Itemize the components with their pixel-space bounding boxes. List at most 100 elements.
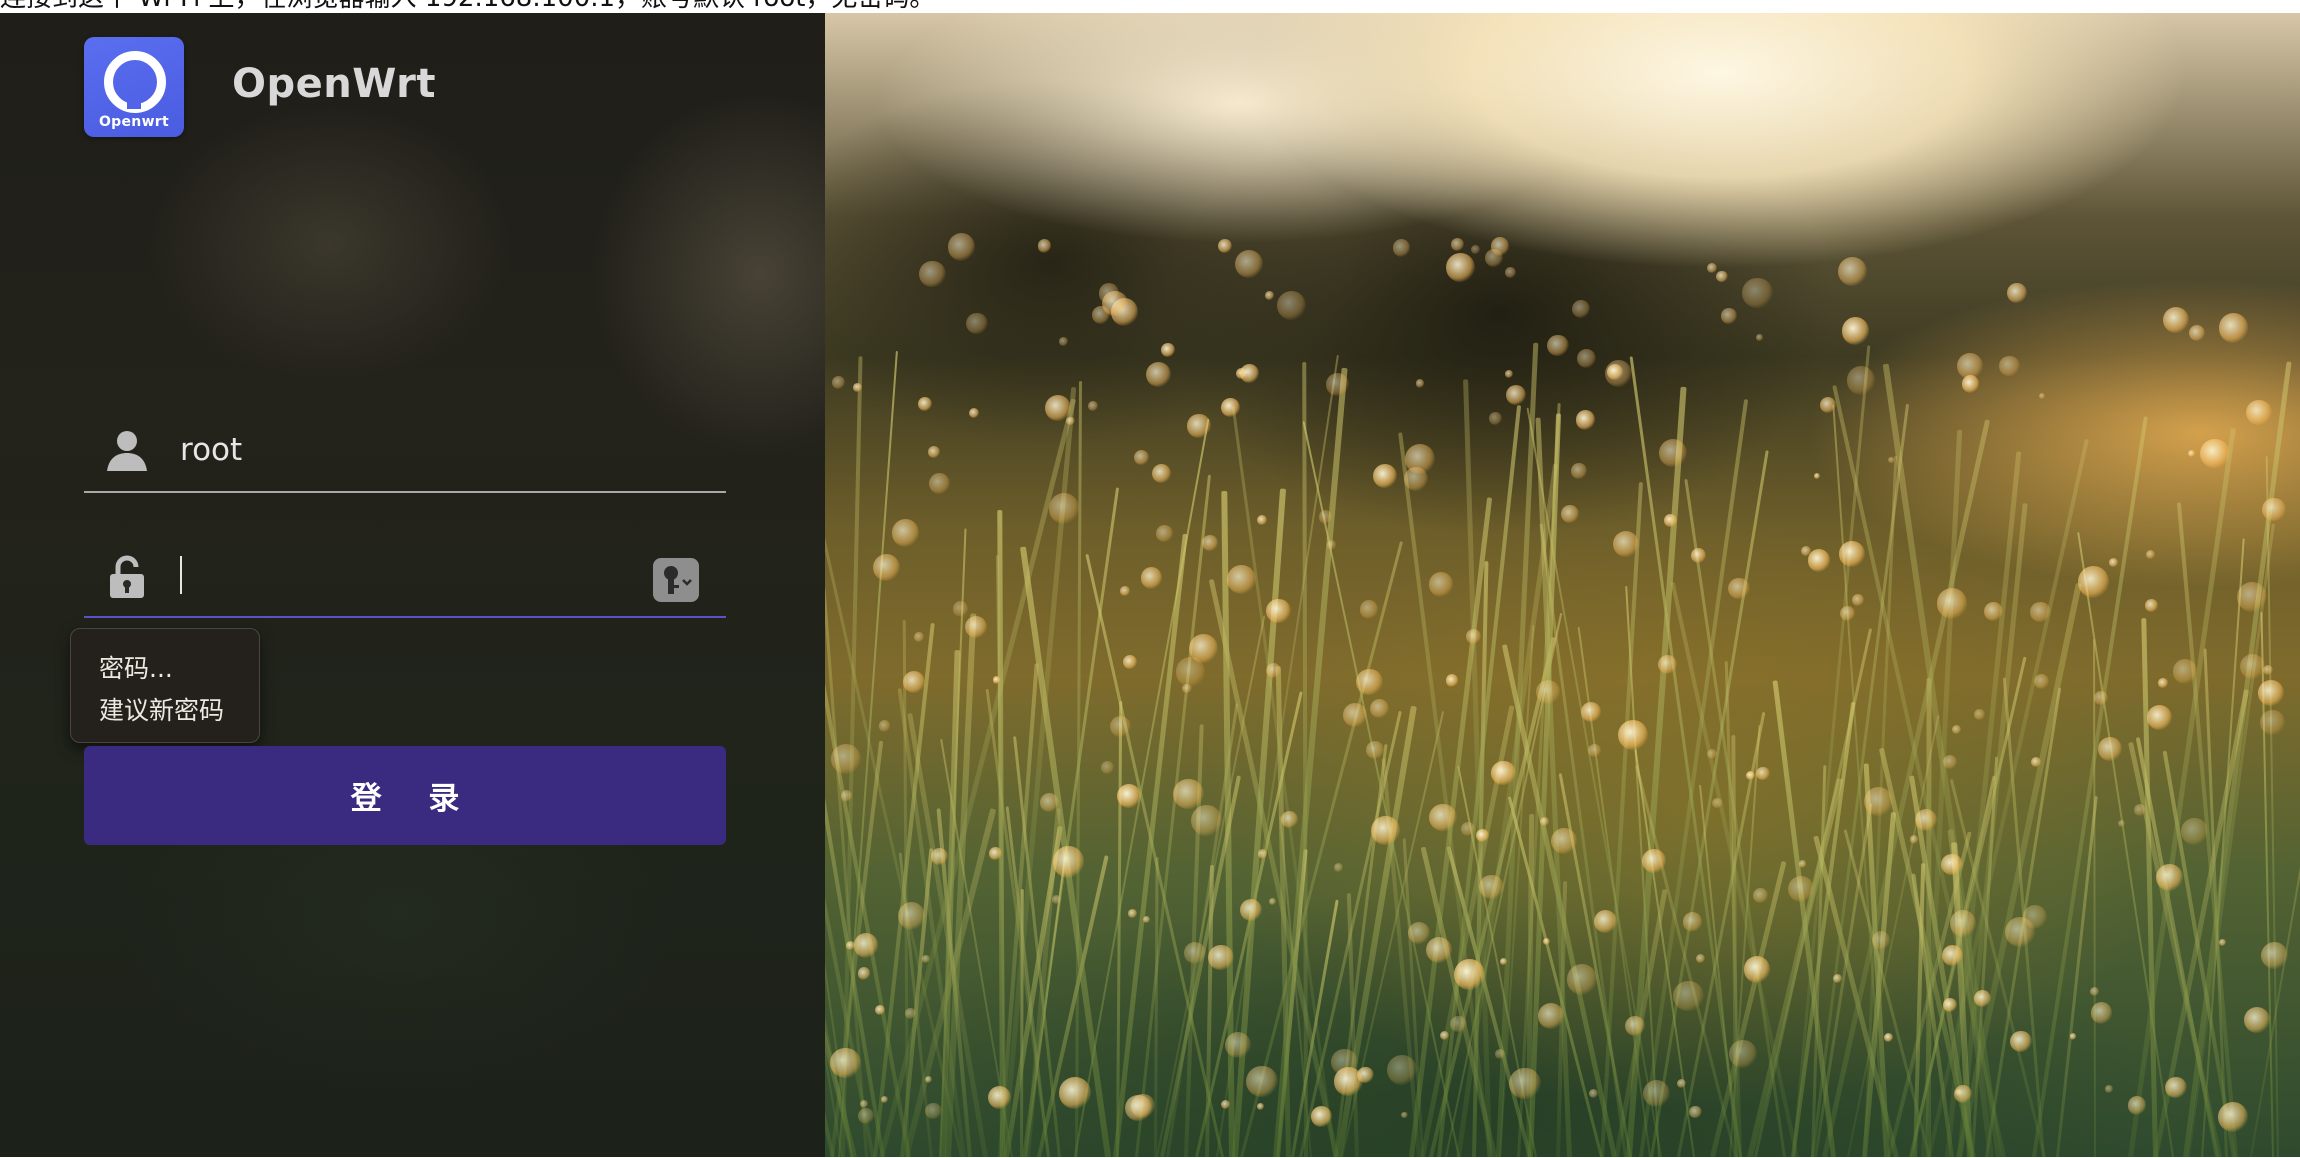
dew-drop-decoration: [968, 407, 980, 418]
dew-drop-decoration: [2165, 1076, 2188, 1099]
dew-drop-decoration: [1706, 748, 1717, 759]
dew-drop-decoration: [1356, 668, 1383, 696]
dew-drop-decoration: [1936, 588, 1967, 619]
dew-drop-decoration: [1369, 698, 1390, 719]
dew-drop-decoration: [1156, 524, 1174, 542]
dew-drop-decoration: [1841, 317, 1870, 345]
dew-drop-decoration: [1839, 605, 1856, 622]
dew-drop-decoration: [1560, 505, 1579, 523]
dew-drop-decoration: [1613, 530, 1640, 557]
dew-drop-decoration: [1588, 743, 1602, 757]
dew-drop-decoration: [1871, 931, 1891, 950]
dew-drop-decoration: [2077, 566, 2110, 598]
dew-drop-decoration: [1386, 1054, 1417, 1086]
dew-drop-decoration: [1117, 783, 1142, 808]
dew-drop-decoration: [987, 1086, 1011, 1110]
dew-drop-decoration: [2181, 818, 2208, 845]
dew-drop-decoration: [1429, 803, 1457, 832]
dew-drop-decoration: [1059, 337, 1068, 347]
dew-drop-decoration: [1742, 277, 1773, 309]
dew-drop-decoration: [1572, 300, 1591, 319]
dew-drop-decoration: [1173, 778, 1204, 810]
dew-drop-decoration: [1188, 634, 1218, 664]
grass-blade-decoration: [2032, 416, 2148, 1157]
dew-drop-decoration: [1187, 414, 1211, 438]
dew-drop-decoration: [1743, 956, 1771, 984]
grass-blade-decoration: [2092, 639, 2097, 1157]
dew-drop-decoration: [1359, 600, 1378, 619]
dew-drop-decoration: [925, 1102, 942, 1120]
dew-drop-decoration: [1504, 369, 1513, 378]
dew-drop-decoration: [2147, 705, 2172, 731]
password-key-button[interactable]: [653, 558, 699, 602]
dew-drop-decoration: [1127, 908, 1137, 918]
dew-drop-decoration: [1266, 663, 1282, 678]
dew-drop-decoration: [2145, 599, 2159, 612]
dew-drop-decoration: [2069, 1033, 2077, 1040]
dew-drop-decoration: [1160, 342, 1176, 358]
dew-drop-decoration: [2023, 905, 2048, 930]
dew-drop-decoration: [2010, 1030, 2032, 1052]
dew-drop-decoration: [965, 616, 988, 639]
dew-drop-decoration: [1721, 308, 1737, 324]
dew-drop-decoration: [1227, 565, 1256, 594]
dew-drop-decoration: [1489, 411, 1502, 425]
dew-drop-decoration: [2039, 392, 2046, 399]
login-button[interactable]: 登 录: [84, 746, 726, 845]
dew-drop-decoration: [1641, 848, 1667, 873]
dew-drop-decoration: [1727, 577, 1750, 600]
dew-drop-decoration: [2236, 582, 2267, 613]
dew-drop-decoration: [924, 1076, 932, 1084]
dew-drop-decoration: [1588, 1088, 1599, 1099]
dew-drop-decoration: [1224, 1031, 1252, 1059]
dew-drop-decoration: [1257, 849, 1268, 859]
dew-drop-decoration: [853, 383, 862, 393]
dew-drop-decoration: [1800, 545, 1811, 556]
password-input[interactable]: [180, 550, 620, 600]
dew-drop-decoration: [1208, 944, 1234, 971]
dew-drop-decoration: [1479, 874, 1504, 900]
dew-drop-decoration: [2244, 1006, 2271, 1034]
dew-drop-decoration: [1342, 703, 1367, 728]
logo-notch-shape: [127, 95, 141, 109]
dew-drop-decoration: [1952, 724, 1962, 734]
dew-drop-decoration: [2262, 498, 2286, 522]
login-panel: Openwrt OpenWrt root 密码... 建议新密码 登 录: [0, 13, 825, 1157]
dew-drop-decoration: [1888, 456, 1895, 464]
dew-drop-decoration: [1547, 334, 1569, 357]
dew-drop-decoration: [1689, 1105, 1702, 1119]
dew-drop-decoration: [1999, 355, 2020, 377]
text-caret: [180, 556, 182, 594]
dew-drop-decoration: [2217, 1102, 2249, 1133]
dew-drop-decoration: [1664, 514, 1677, 528]
dew-drop-decoration: [1450, 1015, 1467, 1033]
dew-drop-decoration: [1505, 384, 1527, 406]
dew-drop-decoration: [1942, 944, 1963, 966]
dew-drop-decoration: [1756, 334, 1764, 342]
dew-drop-decoration: [1122, 654, 1138, 670]
dew-drop-decoration: [1059, 1077, 1091, 1109]
dew-drop-decoration: [1494, 1048, 1505, 1059]
dew-drop-decoration: [928, 446, 941, 459]
dew-drop-decoration: [1265, 291, 1275, 301]
dew-drop-decoration: [1326, 373, 1349, 397]
dew-drop-decoration: [1142, 915, 1151, 924]
dew-drop-decoration: [1642, 1079, 1670, 1108]
dew-drop-decoration: [1942, 755, 1957, 770]
dew-drop-decoration: [1537, 1002, 1565, 1030]
dew-drop-decoration: [857, 967, 871, 981]
dew-drop-decoration: [1491, 760, 1516, 786]
popup-item-suggest-password[interactable]: 建议新密码: [99, 691, 224, 727]
dew-drop-decoration: [830, 1047, 861, 1078]
popup-item-passwords[interactable]: 密码...: [99, 649, 173, 685]
dew-drop-decoration: [2218, 938, 2226, 946]
dew-drop-decoration: [1246, 1065, 1278, 1098]
dew-drop-decoration: [1618, 720, 1649, 751]
dew-drop-decoration: [2158, 678, 2168, 688]
grass-blade-decoration: [1153, 857, 1158, 1157]
dew-drop-decoration: [1234, 250, 1263, 279]
username-input[interactable]: [180, 425, 700, 475]
dew-drop-decoration: [1088, 401, 1099, 412]
dew-drop-decoration: [1201, 535, 1218, 552]
unlock-icon: [110, 555, 144, 598]
